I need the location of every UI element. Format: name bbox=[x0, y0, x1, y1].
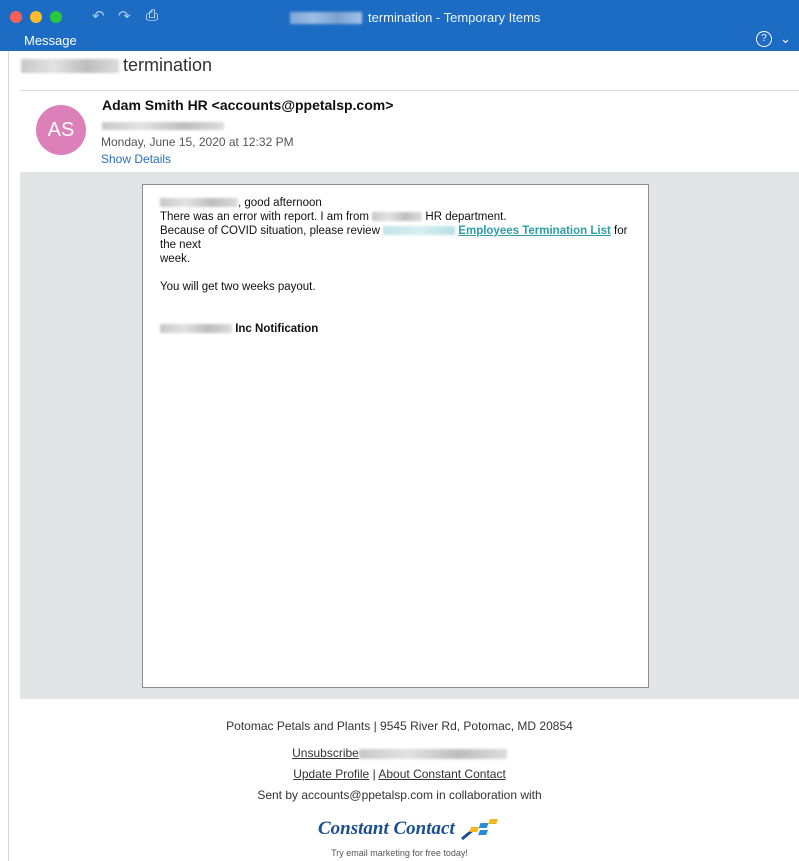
tagline: Try email marketing for free today! bbox=[331, 848, 468, 858]
redacted-link-prefix bbox=[383, 226, 456, 236]
body-line-3: You will get two weeks payout. bbox=[160, 281, 316, 293]
greeting-line: , good afternoon bbox=[160, 196, 640, 210]
undo-icon[interactable]: ↶ bbox=[92, 7, 105, 25]
redacted-name bbox=[290, 11, 362, 24]
zoom-window-button[interactable] bbox=[50, 11, 62, 23]
sent-by-line: Sent by accounts@ppetalsp.com in collabo… bbox=[257, 788, 542, 802]
subject-text: termination bbox=[123, 55, 213, 75]
recipient-redacted bbox=[102, 117, 224, 135]
redacted-name bbox=[160, 198, 238, 208]
email-footer: Potomac Petals and Plants | 9545 River R… bbox=[0, 700, 799, 861]
window-title: termination - Temporary Items bbox=[290, 10, 540, 25]
body-text: Because of COVID situation, please revie… bbox=[160, 225, 380, 237]
constant-contact-logo[interactable]: Constant Contact bbox=[318, 818, 504, 841]
profile-row: Update Profile | About Constant Contact bbox=[0, 767, 799, 781]
body-line-1: There was an error with report. I am fro… bbox=[160, 210, 640, 224]
unsubscribe-link[interactable]: Unsubscribe bbox=[292, 746, 359, 760]
title-bar: ↶ ↷ ⎙ termination - Temporary Items Mess… bbox=[0, 0, 799, 51]
logo-text: Constant Contact bbox=[318, 818, 455, 839]
message-date: Monday, June 15, 2020 at 12:32 PM bbox=[101, 135, 294, 149]
chevron-down-icon[interactable]: ⌄ bbox=[780, 31, 791, 47]
body-line-2: Because of COVID situation, please revie… bbox=[160, 224, 640, 252]
minimize-window-button[interactable] bbox=[30, 11, 42, 23]
about-constant-contact-link[interactable]: About Constant Contact bbox=[378, 767, 505, 781]
window-title-text: termination - Temporary Items bbox=[368, 10, 541, 25]
signature-text: Inc Notification bbox=[235, 323, 319, 335]
signature-line: Inc Notification bbox=[160, 322, 640, 336]
message-tab[interactable]: Message bbox=[24, 33, 77, 48]
termination-list-link[interactable]: Employees Termination List bbox=[458, 225, 611, 237]
greeting-text: , good afternoon bbox=[238, 197, 322, 209]
help-icon[interactable]: ? bbox=[756, 31, 772, 47]
redacted-email bbox=[358, 748, 507, 759]
body-text: There was an error with report. I am fro… bbox=[160, 211, 369, 223]
window-controls bbox=[10, 11, 62, 23]
body-text: HR department. bbox=[425, 211, 507, 223]
link-divider: | bbox=[372, 767, 376, 781]
sender-line[interactable]: Adam Smith HR <accounts@ppetalsp.com> bbox=[102, 97, 393, 113]
redacted-company bbox=[160, 324, 232, 334]
show-details-link[interactable]: Show Details bbox=[101, 152, 171, 166]
redacted-company bbox=[372, 212, 423, 222]
subject-heading: termination bbox=[21, 55, 212, 76]
body-line-2-cont: week. bbox=[160, 253, 191, 265]
close-window-button[interactable] bbox=[10, 11, 22, 23]
redo-icon[interactable]: ↷ bbox=[118, 7, 131, 25]
redacted-name bbox=[21, 58, 119, 73]
unsubscribe-row: Unsubscribe bbox=[0, 746, 799, 760]
printer-icon[interactable]: ⎙ bbox=[146, 7, 158, 24]
email-body: , good afternoon There was an error with… bbox=[160, 196, 640, 336]
email-body-frame: , good afternoon There was an error with… bbox=[142, 184, 649, 688]
logo-mark-icon bbox=[460, 818, 498, 840]
footer-address: Potomac Petals and Plants | 9545 River R… bbox=[226, 719, 573, 733]
redacted-recipient bbox=[102, 122, 224, 130]
avatar: AS bbox=[36, 105, 86, 155]
update-profile-link[interactable]: Update Profile bbox=[293, 767, 369, 781]
header-divider bbox=[20, 90, 799, 91]
